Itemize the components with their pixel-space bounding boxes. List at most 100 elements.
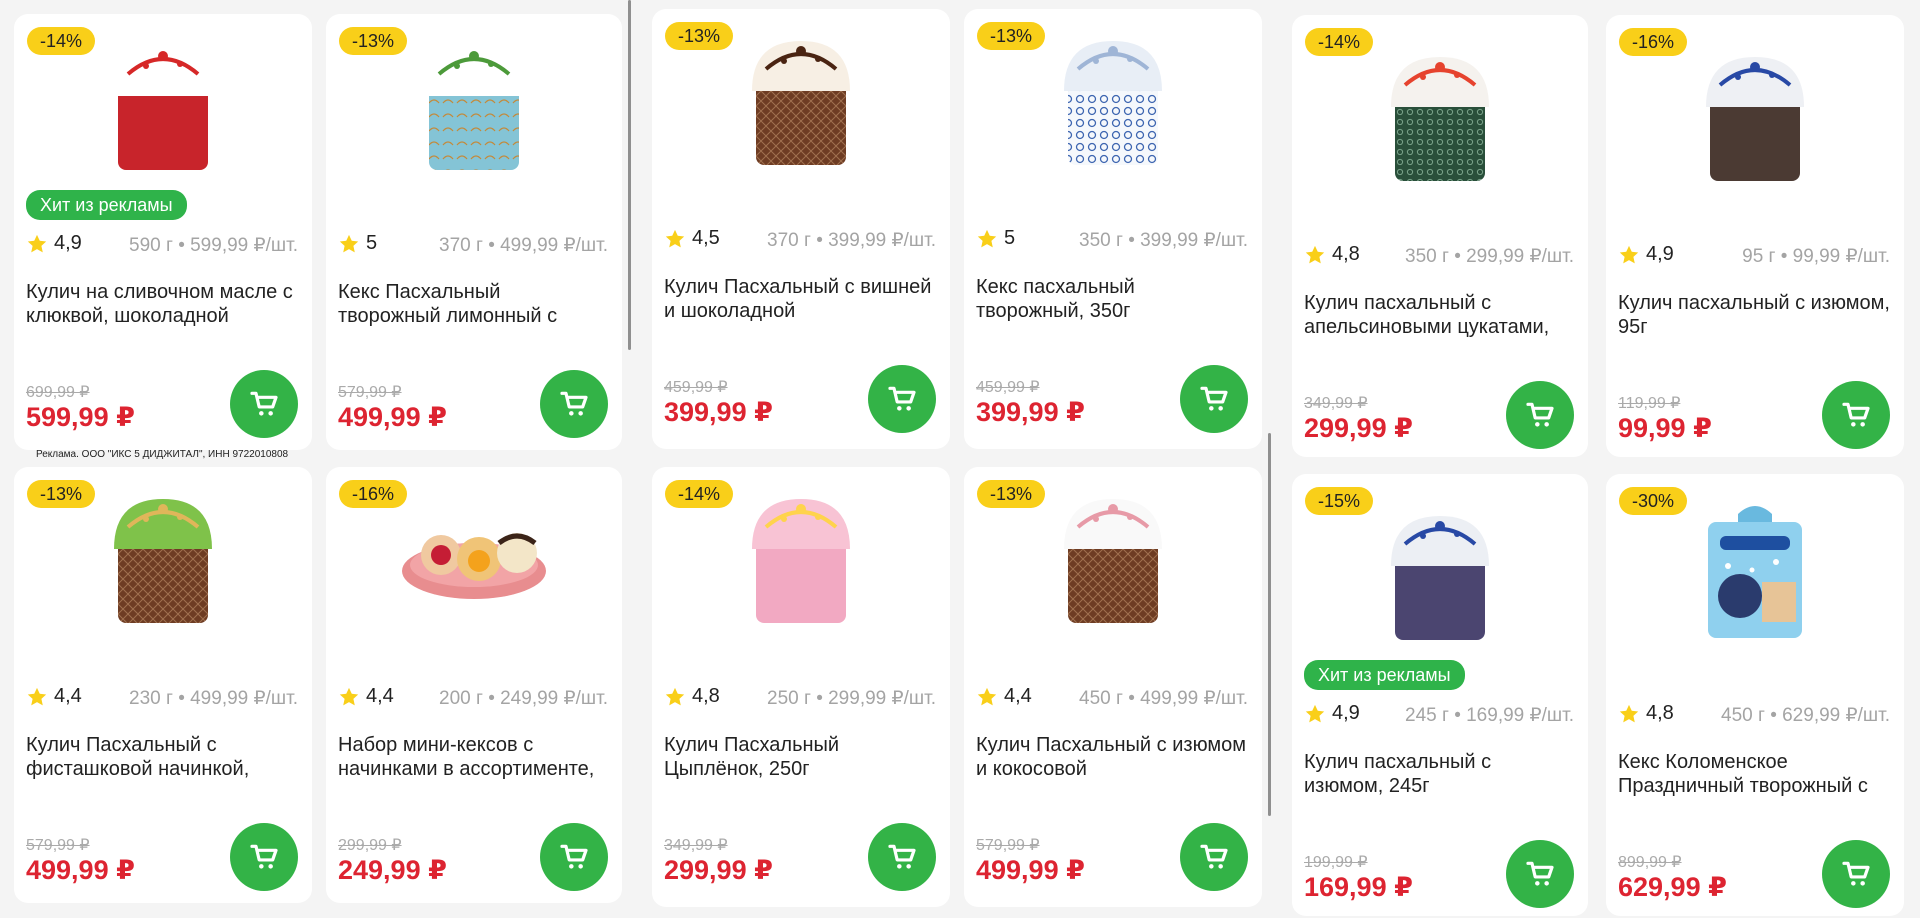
discount-badge: -30% [1619,487,1688,515]
star-icon [338,686,360,708]
old-price: 119,99 ₽ [1618,395,1681,412]
product-image[interactable] [399,479,549,629]
product-card[interactable]: -13% 4,4 230 г • 499,99 ₽/шт. Кулич Пасх… [14,467,312,903]
product-image[interactable] [1680,496,1830,646]
product-card[interactable]: -15% Хит из рекламы 4,9 245 г • 169,99 ₽… [1292,474,1588,916]
product-rating: 4,9 [1304,702,1360,725]
product-image[interactable] [399,26,549,176]
weight-unit-price: 200 г • 249,99 ₽/шт. [439,688,608,709]
discount-badge: -16% [1619,28,1688,56]
rating-value: 4,5 [692,227,720,249]
product-title[interactable]: Кекс Пасхальный творожный лимонный с [338,280,608,328]
add-to-cart-button[interactable] [1180,823,1248,891]
star-icon [976,686,998,708]
weight-unit-price: 450 г • 629,99 ₽/шт. [1721,705,1890,726]
discount-badge: -14% [27,27,96,55]
product-rating: 5 [976,227,1015,250]
current-price: 99,99 ₽ [1618,413,1712,443]
product-rating: 4,5 [664,227,720,250]
product-image[interactable] [88,479,238,629]
cart-icon [1524,858,1556,890]
current-price: 499,99 ₽ [26,855,135,885]
cart-icon [1524,399,1556,431]
product-title[interactable]: Кулич Пасхальный Цыплёнок, 250г [664,733,936,781]
product-title[interactable]: Набор мини-кексов с начинками в ассортим… [338,733,608,781]
star-icon [1618,703,1640,725]
product-card[interactable]: -14% 4,8 350 г • 299,99 ₽/шт. Кулич пасх… [1292,15,1588,457]
old-price: 459,99 ₽ [664,379,728,396]
add-to-cart-button[interactable] [540,823,608,891]
weight-unit-price: 250 г • 299,99 ₽/шт. [767,688,936,709]
add-to-cart-button[interactable] [540,370,608,438]
discount-badge: -13% [665,22,734,50]
add-to-cart-button[interactable] [868,365,936,433]
scrollbar-left[interactable] [628,0,631,350]
product-image[interactable] [1680,37,1830,187]
product-title[interactable]: Кекс пасхальный творожный, 350г [976,275,1248,323]
product-title[interactable]: Кулич пасхальный с изюмом, 245г [1304,750,1574,798]
product-image[interactable] [88,26,238,176]
add-to-cart-button[interactable] [1506,840,1574,908]
rating-value: 5 [366,232,378,254]
rating-value: 4,4 [54,685,82,707]
product-card[interactable]: -30% 4,8 450 г • 629,99 ₽/шт. Кекс Колом… [1606,474,1904,916]
product-title[interactable]: Кулич на сливочном масле с клюквой, шоко… [26,280,298,328]
product-rating: 4,4 [26,685,82,708]
product-card[interactable]: -13% 4,5 370 г • 399,99 ₽/шт. Кулич Пасх… [652,9,950,449]
add-to-cart-button[interactable] [1822,381,1890,449]
product-image[interactable] [1038,479,1188,629]
product-title[interactable]: Кулич Пасхальный с изюмом и кокосовой [976,733,1248,781]
product-card[interactable]: -13% 5 370 г • 499,99 ₽/шт. Кекс Пасхаль… [326,14,622,450]
weight-unit-price: 590 г • 599,99 ₽/шт. [129,235,298,256]
old-price: 699,99 ₽ [26,384,90,401]
product-rating: 4,8 [664,685,720,708]
product-title[interactable]: Кулич Пасхальный с вишней и шоколадной [664,275,936,323]
star-icon [26,686,48,708]
product-card[interactable]: -14% 4,8 250 г • 299,99 ₽/шт. Кулич Пасх… [652,467,950,907]
product-image[interactable] [1038,21,1188,171]
weight-unit-price: 350 г • 299,99 ₽/шт. [1405,246,1574,267]
old-price: 349,99 ₽ [664,837,728,854]
cart-icon [886,383,918,415]
add-to-cart-button[interactable] [1180,365,1248,433]
weight-unit-price: 370 г • 499,99 ₽/шт. [439,235,608,256]
weight-unit-price: 350 г • 399,99 ₽/шт. [1079,230,1248,251]
add-to-cart-button[interactable] [230,823,298,891]
current-price: 299,99 ₽ [664,855,773,885]
product-image[interactable] [1365,496,1515,646]
add-to-cart-button[interactable] [1822,840,1890,908]
product-card[interactable]: -14% Хит из рекламы 4,9 590 г • 599,99 ₽… [14,14,312,450]
old-price: 349,99 ₽ [1304,395,1368,412]
product-image[interactable] [1365,37,1515,187]
current-price: 299,99 ₽ [1304,413,1413,443]
product-rating: 4,8 [1618,702,1674,725]
product-card[interactable]: -13% 5 350 г • 399,99 ₽/шт. Кекс пасхаль… [964,9,1262,449]
product-title[interactable]: Кулич пасхальный с апельсиновыми цукатам… [1304,291,1574,339]
add-to-cart-button[interactable] [230,370,298,438]
discount-badge: -13% [339,27,408,55]
star-icon [338,233,360,255]
discount-badge: -13% [977,480,1046,508]
current-price: 629,99 ₽ [1618,872,1727,902]
weight-unit-price: 245 г • 169,99 ₽/шт. [1405,705,1574,726]
add-to-cart-button[interactable] [1506,381,1574,449]
star-icon [976,228,998,250]
product-rating: 4,8 [1304,243,1360,266]
discount-badge: -15% [1305,487,1374,515]
rating-value: 4,9 [1646,243,1674,265]
product-card[interactable]: -16% 4,9 95 г • 99,99 ₽/шт. Кулич пасхал… [1606,15,1904,457]
add-to-cart-button[interactable] [868,823,936,891]
cart-icon [1840,858,1872,890]
product-title[interactable]: Кулич Пасхальный с фисташковой начинкой, [26,733,298,781]
product-card[interactable]: -16% 4,4 200 г • 249,99 ₽/шт. Набор мини… [326,467,622,903]
product-title[interactable]: Кулич пасхальный с изюмом, 95г [1618,291,1890,339]
old-price: 199,99 ₽ [1304,854,1368,871]
star-icon [1618,244,1640,266]
cart-icon [558,841,590,873]
product-title[interactable]: Кекс Коломенское Праздничный творожный с [1618,750,1890,798]
product-image[interactable] [726,479,876,629]
scrollbar-middle[interactable] [1268,433,1271,816]
product-image[interactable] [726,21,876,171]
current-price: 399,99 ₽ [976,397,1085,427]
product-card[interactable]: -13% 4,4 450 г • 499,99 ₽/шт. Кулич Пасх… [964,467,1262,907]
